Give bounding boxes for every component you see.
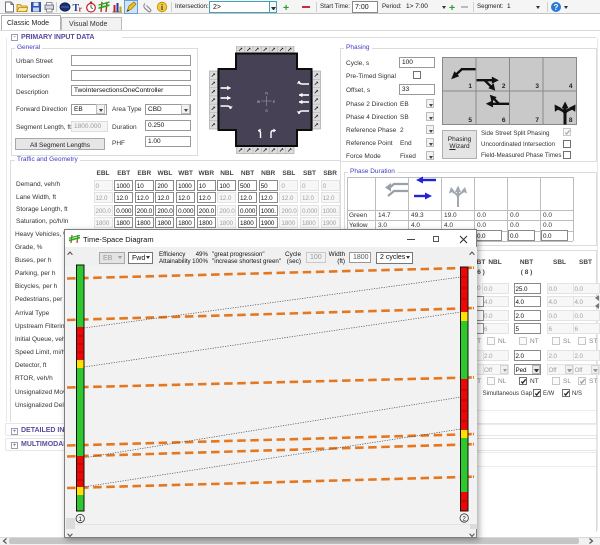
svg-text:5: 5 (468, 117, 472, 124)
svg-text:7: 7 (535, 117, 539, 124)
svg-text:2: 2 (502, 83, 506, 90)
svg-text:8: 8 (569, 117, 573, 124)
svg-text:?: ? (554, 3, 559, 12)
svg-text:1: 1 (468, 83, 472, 90)
svg-text:6: 6 (502, 117, 506, 124)
svg-text:4: 4 (569, 83, 573, 90)
svg-text:r: r (79, 5, 83, 14)
svg-text:3: 3 (535, 83, 539, 90)
